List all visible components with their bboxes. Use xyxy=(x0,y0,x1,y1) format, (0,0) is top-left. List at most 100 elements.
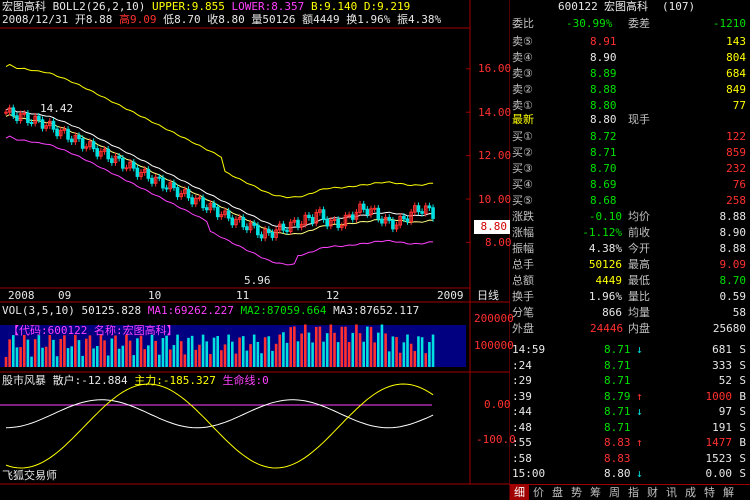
volume-bar xyxy=(402,342,406,367)
volume-bar xyxy=(121,345,125,367)
volume-bar xyxy=(33,339,37,367)
volume-bar xyxy=(274,343,278,367)
stat-value: 8.88 xyxy=(719,242,747,255)
sell-level-price: 8.80 xyxy=(590,99,617,112)
candle-body xyxy=(131,161,136,169)
vol-value: 50125.828 xyxy=(81,304,142,317)
volume-bar xyxy=(340,326,344,367)
quote-code: 600122 xyxy=(558,0,598,13)
volume-bar xyxy=(143,349,146,367)
last-row: 最新 8.80 现手 xyxy=(510,113,750,127)
buy-level-price: 8.68 xyxy=(590,194,617,207)
tick-time: :48 xyxy=(512,420,532,434)
tick-row: :29 8.71 52 S xyxy=(510,374,750,388)
candle-body xyxy=(95,148,100,157)
sell-level-volume: 804 xyxy=(726,51,746,64)
volume-bar xyxy=(70,346,73,367)
candle-body xyxy=(29,122,34,125)
bar-amount: 额4449 xyxy=(302,13,340,26)
volume-bar xyxy=(241,336,245,367)
candle-body xyxy=(347,214,351,217)
bottom-tab[interactable]: 势 xyxy=(567,485,586,500)
volume-bar xyxy=(263,337,267,367)
candle-body xyxy=(69,138,74,143)
volume-bar xyxy=(322,341,325,367)
candle-body xyxy=(372,207,377,210)
bottom-tab[interactable]: 筹 xyxy=(586,485,605,500)
volume-bar xyxy=(314,326,318,367)
tick-arrow: ↓ xyxy=(636,405,643,418)
volume-bar xyxy=(136,338,139,367)
volume-bar xyxy=(300,333,303,367)
candle-body xyxy=(150,177,154,184)
volume-bar xyxy=(44,346,48,367)
volume-bar xyxy=(362,341,365,367)
bottom-tab[interactable]: 成 xyxy=(681,485,700,500)
tick-row: :24 8.71 333 S xyxy=(510,359,750,373)
tick-time: :39 xyxy=(512,389,532,403)
volume-bar xyxy=(238,337,241,367)
indicator-header: 股市风暴 散户:-12.884 主力:-185.327 生命线:0 xyxy=(2,375,269,387)
volume-bar xyxy=(48,334,52,367)
candle-body xyxy=(146,168,151,179)
stat-value: 8.88 xyxy=(719,210,747,223)
candle-body xyxy=(387,216,392,221)
stat-label: 最低 xyxy=(628,274,650,287)
stat-value: 1.96% xyxy=(588,290,622,303)
bottom-tab[interactable]: 财 xyxy=(643,485,662,500)
bottom-tab[interactable]: 讯 xyxy=(662,485,681,500)
candle-body xyxy=(252,222,256,226)
volume-bar xyxy=(369,326,373,367)
bottom-tab[interactable]: 解 xyxy=(719,485,738,500)
volume-bar xyxy=(190,335,194,367)
bar-vol: 量50126 xyxy=(251,13,296,26)
tick-side: S xyxy=(739,467,746,480)
period-label[interactable]: 日线 xyxy=(477,290,499,302)
volume-bar xyxy=(282,332,285,367)
volume-bar xyxy=(99,334,103,367)
bottom-tab[interactable]: 盘 xyxy=(548,485,567,500)
stat-label: 总手 xyxy=(512,258,534,271)
inner-value: 25680 xyxy=(712,322,746,335)
bottom-tab[interactable]: 特 xyxy=(700,485,719,500)
weibi-row: 委比 -30.99% 委差 -1210 xyxy=(510,17,750,31)
bottom-tab[interactable]: 价 xyxy=(529,485,548,500)
buy-level-price: 8.72 xyxy=(590,130,617,143)
sell-level-price: 8.89 xyxy=(590,67,617,80)
buy-level-label: 买① xyxy=(512,130,533,143)
ind-life: 生命线:0 xyxy=(222,374,269,387)
tick-price: 8.71 xyxy=(604,358,631,372)
stat-value: 4.38% xyxy=(588,242,622,255)
candle-body xyxy=(332,219,337,222)
volume-bar xyxy=(249,344,252,367)
tick-side: S xyxy=(739,358,746,372)
candle-body xyxy=(259,234,264,239)
stat-label: 量比 xyxy=(628,290,650,303)
stat-label: 总额 xyxy=(512,274,534,287)
candle-body xyxy=(11,107,16,117)
vol-axis-label: 100000 xyxy=(474,339,514,352)
candle-body xyxy=(321,209,326,221)
volume-bar xyxy=(234,353,238,367)
volume-bar xyxy=(209,353,212,367)
candle-body xyxy=(164,187,169,190)
volume-bar xyxy=(409,343,413,367)
current-price-tag: 8.80 xyxy=(474,220,510,234)
price-axis-label: 14.00 xyxy=(478,106,512,119)
volume-bar xyxy=(22,335,26,367)
volume-bar xyxy=(139,335,143,367)
bottom-tab[interactable]: 周 xyxy=(605,485,624,500)
chart-canvas[interactable] xyxy=(0,0,510,500)
sell-level-row: 卖③ 8.89 684 xyxy=(510,67,750,81)
ind-main: 主力:-185.327 xyxy=(134,374,216,387)
candle-body xyxy=(204,207,209,211)
bottom-tab[interactable]: 指 xyxy=(624,485,643,500)
volume-bar xyxy=(77,340,81,367)
bar-high: 高9.09 xyxy=(118,13,157,26)
volume-bar xyxy=(12,335,15,367)
volume-bar xyxy=(398,352,402,367)
bottom-tab[interactable]: 细 xyxy=(510,485,529,500)
buy-level-label: 买⑤ xyxy=(512,194,533,207)
volume-bar xyxy=(150,334,154,367)
candle-body xyxy=(296,219,300,228)
